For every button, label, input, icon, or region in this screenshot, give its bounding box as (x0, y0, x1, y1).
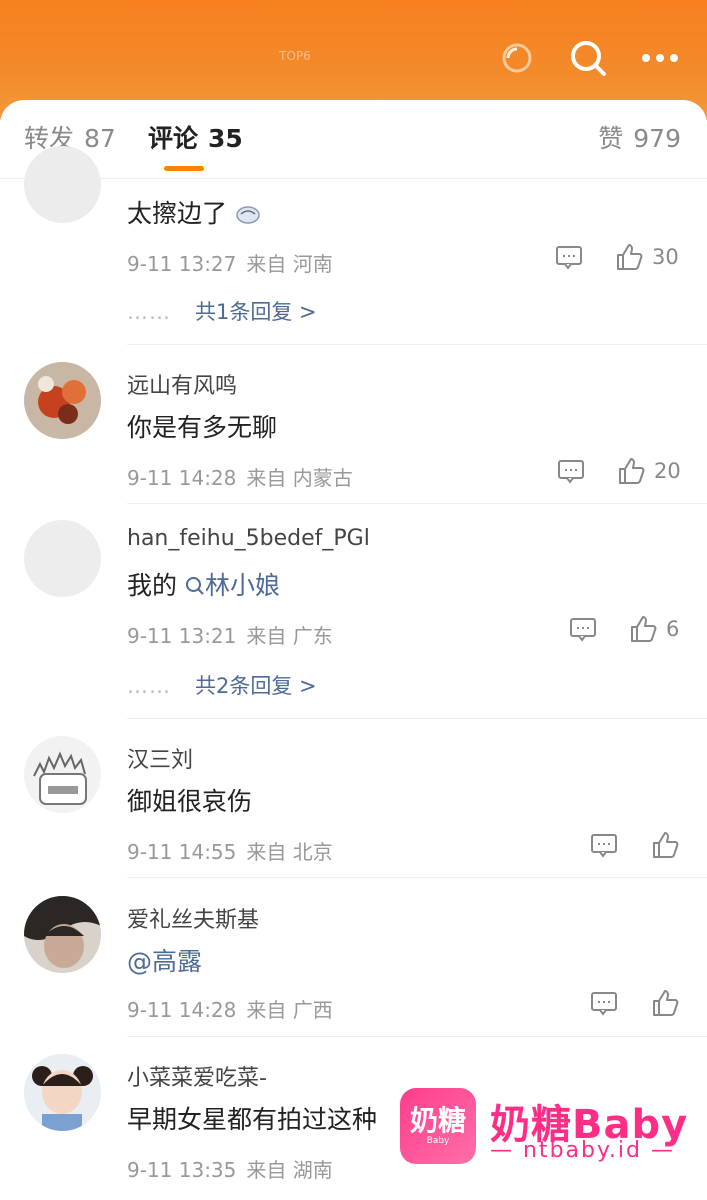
refresh-icon[interactable] (497, 38, 537, 78)
like-count: 20 (654, 459, 681, 483)
reply-dots: …… (127, 674, 171, 698)
comment-meta: 9-11 14:28 来自 广西 (127, 994, 333, 1023)
comment-text-content: 太擦边了 (127, 199, 228, 228)
watermark: 奶糖 Baby 奶糖Baby — ntbaby.id — (400, 1088, 700, 1168)
view-replies-link[interactable]: …… 共1条回复 > (127, 296, 317, 326)
tab-comments-label: 评论 (148, 124, 199, 153)
avatar[interactable] (24, 520, 101, 597)
comment-time: 9-11 14:28 (127, 998, 237, 1022)
avatar[interactable] (24, 896, 101, 973)
comment-time: 9-11 13:21 (127, 624, 237, 648)
sweat-emoji-icon (235, 201, 261, 230)
avatar[interactable] (24, 362, 101, 439)
divider (127, 877, 707, 878)
avatar[interactable] (24, 736, 101, 813)
like-count: 6 (666, 617, 680, 641)
comment-location: 来自 河南 (246, 252, 333, 276)
comment-location: 来自 北京 (246, 840, 333, 864)
replies-count-text: 共2条回复 > (195, 674, 317, 698)
like-button[interactable]: 20 (616, 456, 681, 486)
reply-icon[interactable] (557, 458, 585, 484)
comment-meta: 9-11 13:21 来自 广东 (127, 620, 333, 649)
like-button[interactable]: 30 (614, 242, 679, 272)
comment-location: 来自 内蒙古 (246, 466, 353, 490)
reply-icon[interactable] (555, 244, 583, 270)
mention-link[interactable]: @高露 (127, 942, 202, 978)
tab-comments-count: 35 (208, 124, 243, 153)
reply-dots: …… (127, 300, 171, 324)
search-topic-text: 林小娘 (204, 571, 280, 600)
divider (127, 344, 707, 345)
comment-text-prefix: 我的 (127, 571, 178, 600)
comment-meta: 9-11 13:35 来自 湖南 (127, 1154, 333, 1183)
search-icon[interactable] (568, 38, 608, 78)
like-button[interactable] (650, 830, 680, 860)
divider (127, 503, 707, 504)
tab-likes[interactable]: 赞 979 (598, 122, 681, 156)
username[interactable]: 远山有风鸣 (127, 368, 237, 400)
thumb-up-icon (619, 458, 645, 484)
view-replies-link[interactable]: …… 共2条回复 > (127, 670, 317, 700)
comment-text: 御姐很哀伤 (127, 787, 253, 816)
avatar[interactable] (24, 1054, 101, 1131)
comment-text: 早期女星都有拍过这种 (127, 1105, 378, 1134)
comment-location: 来自 广东 (246, 624, 333, 648)
watermark-logo-sub: Baby (426, 1136, 450, 1146)
comment-meta: 9-11 14:55 来自 北京 (127, 836, 333, 865)
watermark-logo: 奶糖 Baby (400, 1088, 476, 1164)
comment-text: 你是有多无聊 (127, 413, 278, 442)
comment-location: 来自 湖南 (246, 1158, 333, 1182)
search-icon (185, 577, 204, 595)
username[interactable]: 爱礼丝夫斯基 (127, 902, 259, 934)
comment-meta: 9-11 14:28 来自 内蒙古 (127, 462, 353, 491)
reply-icon[interactable] (590, 832, 618, 858)
more-icon[interactable] (640, 38, 680, 78)
thumb-up-icon (653, 832, 679, 858)
comment-time: 9-11 14:55 (127, 840, 237, 864)
thumb-up-icon (617, 244, 643, 270)
like-button[interactable]: 6 (628, 614, 679, 644)
username[interactable]: 汉三刘 (127, 742, 193, 774)
tab-comments[interactable]: 评论 35 (148, 122, 243, 156)
replies-count-text: 共1条回复 > (195, 300, 317, 324)
comment-location: 来自 广西 (246, 998, 333, 1022)
comment-text: 太擦边了 (127, 194, 261, 230)
reply-icon[interactable] (569, 616, 597, 642)
comment-time: 9-11 13:27 (127, 252, 237, 276)
search-topic-link[interactable]: 林小娘 (185, 571, 280, 600)
comment-meta: 9-11 13:27 来自 河南 (127, 248, 333, 277)
active-tab-indicator (164, 166, 204, 171)
tab-likes-count: 979 (633, 124, 681, 153)
hot-rank-tag[interactable]: TOP6 (262, 40, 328, 72)
watermark-logo-text: 奶糖 (409, 1104, 466, 1137)
avatar[interactable] (24, 146, 101, 223)
comment-time: 9-11 13:35 (127, 1158, 237, 1182)
username[interactable]: han_feihu_5bedef_PGl (127, 526, 370, 551)
comment-time: 9-11 14:28 (127, 466, 237, 490)
watermark-url: — ntbaby.id — (490, 1138, 675, 1163)
divider (127, 1036, 707, 1037)
tab-forward-count: 87 (84, 124, 116, 153)
username[interactable]: 小菜菜爱吃菜- (127, 1060, 267, 1092)
divider (127, 718, 707, 719)
like-button[interactable] (650, 988, 680, 1018)
tab-bar: 转发 87 评论 35 赞 979 (0, 100, 707, 179)
comments-sheet: 转发 87 评论 35 赞 979 (0, 100, 707, 1200)
reply-icon[interactable] (590, 990, 618, 1016)
like-count: 30 (652, 245, 679, 269)
thumb-up-icon (653, 990, 679, 1016)
thumb-up-icon (631, 616, 657, 642)
comment-text: 我的 林小娘 (127, 566, 280, 602)
tab-likes-label: 赞 (598, 124, 624, 153)
